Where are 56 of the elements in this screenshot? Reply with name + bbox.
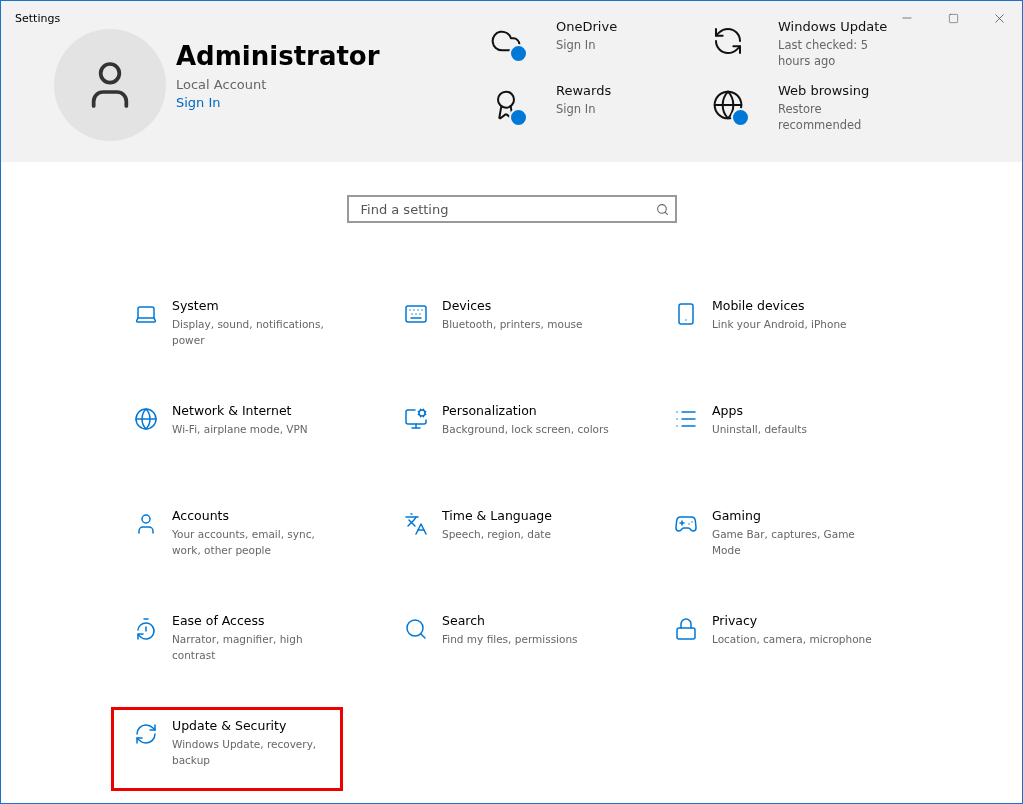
refresh-icon (712, 25, 744, 57)
tile-title: Privacy (712, 613, 759, 628)
status-title[interactable]: Web browsing (778, 83, 898, 98)
status-title[interactable]: OneDrive (556, 19, 676, 34)
settings-tile[interactable]: Ease of Access Narrator, magnifier, high contrast (111, 602, 343, 686)
tile-title: Apps (712, 403, 744, 418)
tile-description: Windows Update, recovery, backup (172, 737, 318, 768)
tile-title: Personalization (442, 403, 538, 418)
sign-in-link[interactable]: Sign In (176, 95, 506, 110)
tile-description: Bluetooth, printers, mouse (442, 317, 584, 332)
tile-description: Display, sound, notifications, power (172, 317, 325, 348)
search-icon (655, 202, 669, 216)
settings-tile[interactable]: Gaming Game Bar, captures, Game Mode (651, 497, 883, 581)
tile-title: Mobile devices (712, 298, 806, 313)
settings-tile[interactable]: Search Find my files, permissions (381, 602, 613, 686)
status-detail: Sign In (556, 37, 597, 53)
tile-title: Time & Language (442, 508, 553, 523)
tile-title: System (172, 298, 220, 313)
settings-tile[interactable]: Accounts Your accounts, email, sync, work, other people (111, 497, 343, 581)
tile-title: Ease of Access (172, 613, 266, 628)
tile-description: Location, camera, microphone (712, 632, 873, 647)
status-title[interactable]: Rewards (556, 83, 676, 98)
tile-title: Devices (442, 298, 493, 313)
window-title: Settings (14, 11, 62, 25)
search-box[interactable]: Find a setting (346, 195, 677, 223)
status-title[interactable]: Windows Update (778, 19, 898, 34)
status-detail: Restore recommended (778, 101, 863, 133)
settings-tile[interactable]: Update & Security Windows Update, recovery, backup (111, 707, 343, 791)
settings-tile[interactable]: System Display, sound, notifications, power (111, 287, 343, 371)
settings-tile[interactable]: Privacy Location, camera, microphone (651, 602, 883, 686)
settings-tile[interactable]: Network & Internet Wi-Fi, airplane mode, VPN (111, 392, 343, 476)
tile-title: Search (442, 613, 486, 628)
status-detail: Sign In (556, 101, 597, 117)
tile-description: Uninstall, defaults (712, 422, 808, 437)
tile-description: Your accounts, email, sync, work, other people (172, 527, 316, 558)
tile-description: Wi-Fi, airplane mode, VPN (172, 422, 309, 437)
tile-description: Speech, region, date (442, 527, 552, 542)
tile-description: Background, lock screen, colors (442, 422, 610, 437)
settings-tile[interactable]: Time & Language Speech, region, date (381, 497, 613, 581)
tile-title: Update & Security (172, 718, 288, 733)
tile-description: Find my files, permissions (442, 632, 579, 647)
tile-description: Link your Android, iPhone (712, 317, 848, 332)
tile-title: Network & Internet (172, 403, 293, 418)
account-name: Administrator (176, 41, 381, 71)
settings-tile[interactable]: Mobile devices Link your Android, iPhone (651, 287, 883, 371)
settings-tile[interactable]: Apps Uninstall, defaults (651, 392, 883, 476)
account-type: Local Account (176, 77, 268, 92)
tile-title: Accounts (172, 508, 230, 523)
globe-icon (712, 89, 744, 121)
status-detail: Last checked: 5 hours ago (778, 37, 870, 69)
tile-description: Narrator, magnifier, high contrast (172, 632, 304, 663)
tile-title: Gaming (712, 508, 762, 523)
settings-tile[interactable]: Devices Bluetooth, printers, mouse (381, 287, 613, 371)
maximize-icon (947, 12, 959, 24)
settings-tile[interactable]: Personalization Background, lock screen, colors (381, 392, 613, 476)
tile-description: Game Bar, captures, Game Mode (712, 527, 856, 558)
